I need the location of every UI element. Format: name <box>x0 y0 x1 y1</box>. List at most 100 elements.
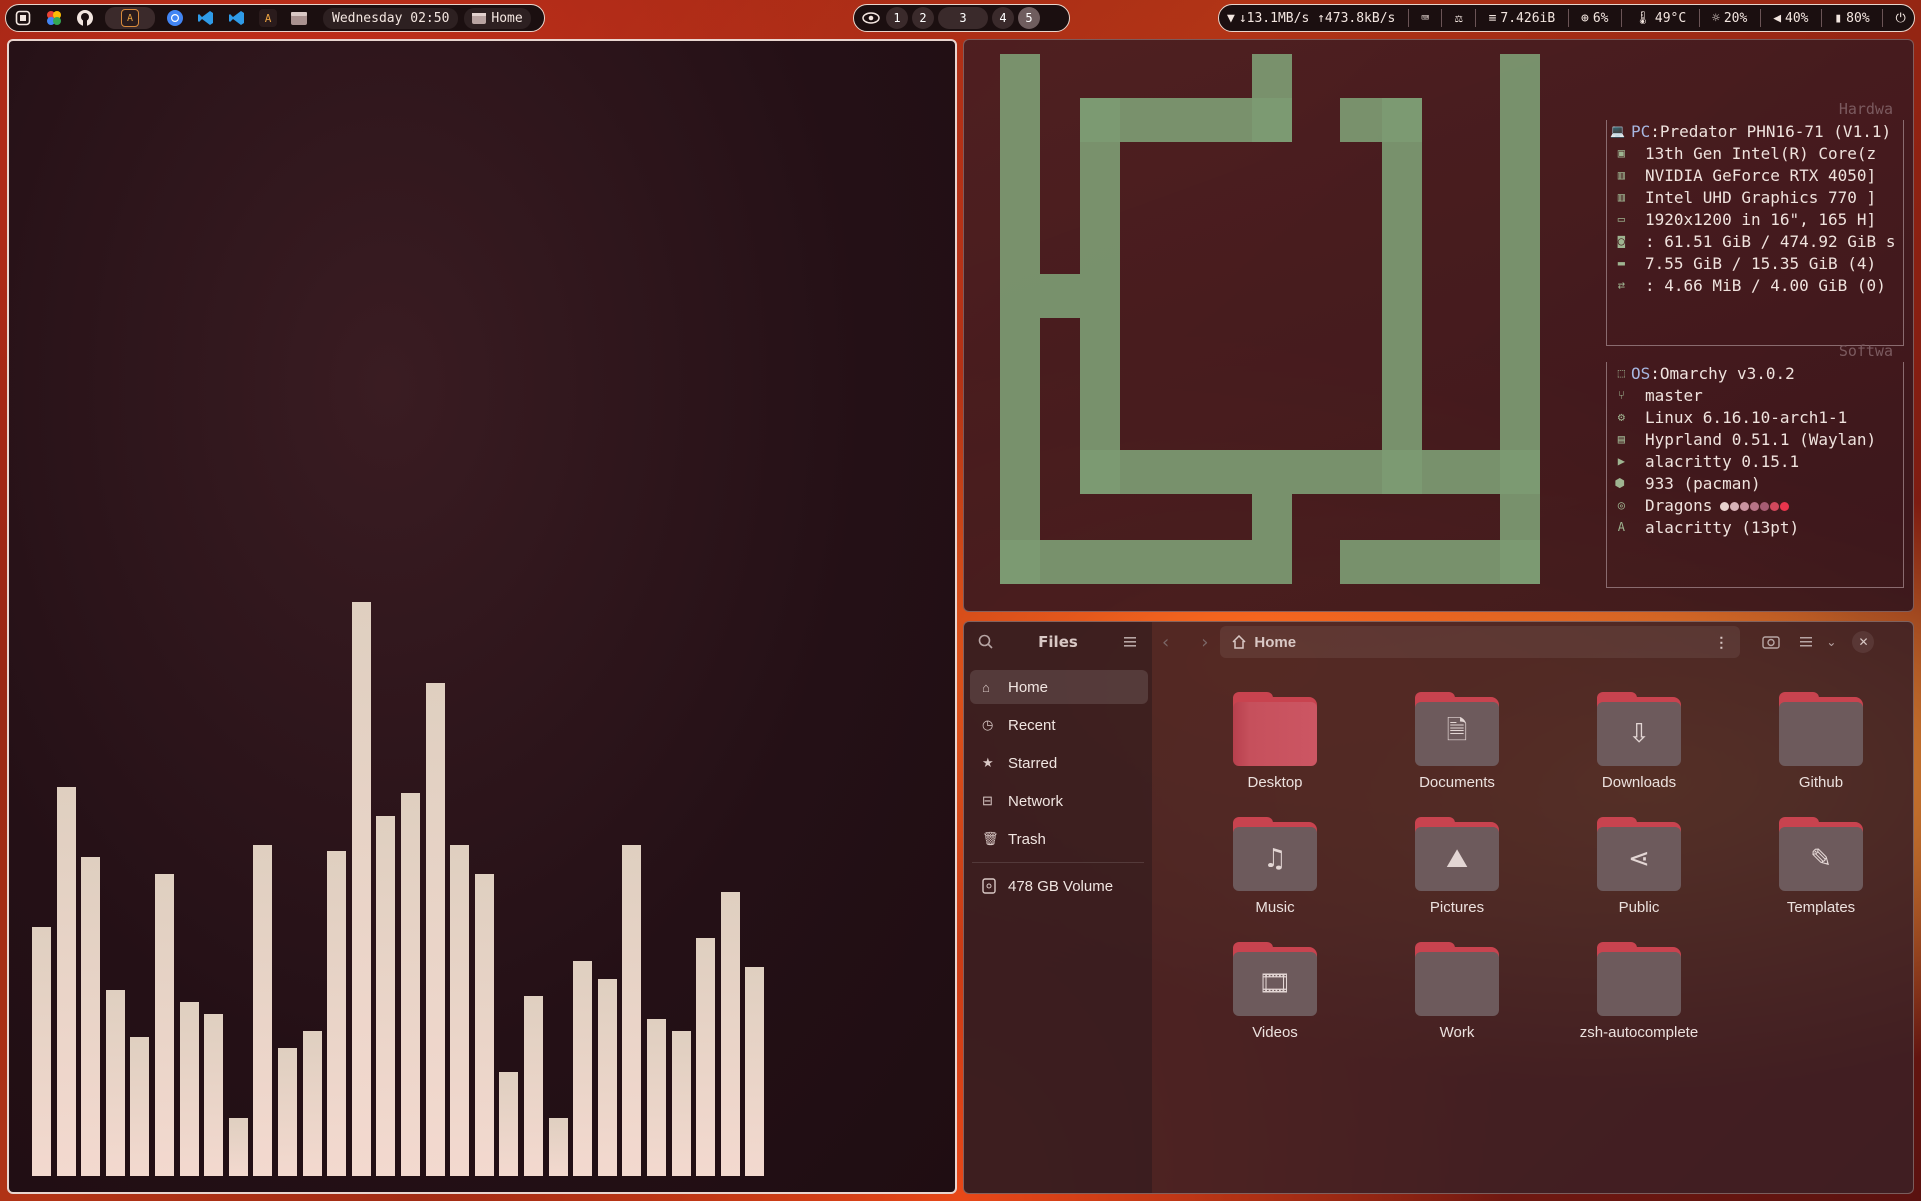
github-app-icon[interactable] <box>74 7 96 29</box>
brightness-status[interactable]: ☼ 20% <box>1712 11 1747 26</box>
taskbar-left: A A Wednesday 02:50 Home <box>5 4 545 32</box>
omarchy-logo <box>1000 54 1540 584</box>
search-icon[interactable] <box>978 634 994 650</box>
folder-name: Templates <box>1786 899 1856 916</box>
clock[interactable]: Wednesday 02:50 <box>323 7 459 29</box>
download-icon: ⇩ <box>1597 692 1681 766</box>
hardware-section-label: Hardwa <box>1838 100 1893 118</box>
gpu-icon: ▥ <box>1617 168 1625 182</box>
list-view-icon[interactable] <box>1798 634 1814 650</box>
sidebar-item-volume[interactable]: 478 GB Volume <box>970 869 1148 903</box>
folder-front: ♫ <box>1233 827 1317 891</box>
folder-item[interactable]: ✎ Templates <box>1730 817 1912 916</box>
home-icon <box>1232 635 1246 649</box>
launcher-icon[interactable] <box>12 7 34 29</box>
info-value: Intel UHD Graphics 770 ] <box>1645 187 1877 207</box>
menu-icon[interactable] <box>1122 634 1138 650</box>
folder-name: Videos <box>1252 1024 1298 1041</box>
info-row: Aalacritty (13pt) <box>1597 516 1876 538</box>
folder-item[interactable]: ♫ Music <box>1184 817 1366 916</box>
eye-icon[interactable] <box>860 7 882 29</box>
camera-icon[interactable] <box>1762 634 1781 650</box>
folder-item[interactable]: zsh-autocomplete <box>1548 942 1730 1041</box>
divider <box>1759 9 1761 27</box>
photos-app-icon[interactable] <box>43 7 65 29</box>
info-value: NVIDIA GeForce RTX 4050] <box>1645 165 1877 185</box>
forward-icon[interactable]: › <box>1201 632 1208 653</box>
volume-label: 478 GB Volume <box>1008 877 1114 895</box>
files-window[interactable]: Files ⌂ Home ◷ Recent ★ Starred ⊟ Network 🗑 Trash… <box>963 621 1914 1194</box>
chevron-down-icon[interactable]: ⌄ <box>1826 635 1836 649</box>
info-value: alacritty (13pt) <box>1645 517 1800 537</box>
battery-value: 80% <box>1846 10 1870 26</box>
folder-name: Work <box>1439 1024 1475 1041</box>
cpu-status[interactable]: ⊕ 6% <box>1581 11 1608 26</box>
sidebar-item-recent[interactable]: ◷ Recent <box>970 708 1148 742</box>
folder-item[interactable]: ⛰ Pictures <box>1366 817 1548 916</box>
visualizer-bar <box>524 996 543 1176</box>
star-icon: ★ <box>982 755 994 770</box>
fastfetch-window[interactable]: Hardwa 💻 PC: Predator PHN16-71 (V1.1) ▣ 13t… <box>963 39 1914 612</box>
info-row: ▭ 1920x1200 in 16", 165 H] <box>1597 208 1895 230</box>
chrome-app-icon[interactable] <box>164 7 186 29</box>
brightness-icon: ☼ <box>1712 10 1720 26</box>
memory-status[interactable]: ≡ 7.426iB <box>1489 11 1556 26</box>
alacritty-app-icon[interactable]: A <box>257 7 279 29</box>
vscode-app-icon[interactable] <box>195 7 217 29</box>
vscode-app-icon-2[interactable] <box>226 7 248 29</box>
folder-item[interactable]: ⋖ Public <box>1548 817 1730 916</box>
path-bar[interactable]: Home ⋮ <box>1220 626 1741 658</box>
sidebar-places: ⌂ Home ◷ Recent ★ Starred ⊟ Network 🗑 Trash <box>964 670 1152 856</box>
active-window-label: Home <box>491 10 523 26</box>
color-dot <box>1720 501 1730 511</box>
folder-item[interactable]: 🎞 Videos <box>1184 942 1366 1041</box>
scale-icon[interactable]: ⚖ <box>1455 11 1463 26</box>
workspace-1[interactable]: 1 <box>886 7 908 29</box>
visualizer-bar <box>548 1118 568 1176</box>
folder-front <box>1597 952 1681 1016</box>
folder-item[interactable]: Work <box>1366 942 1548 1041</box>
folder-front: ✎ <box>1779 827 1863 891</box>
folder-item[interactable]: Github <box>1730 692 1912 791</box>
sidebar-item-trash[interactable]: 🗑 Trash <box>970 822 1148 856</box>
sidebar-item-starred[interactable]: ★ Starred <box>970 746 1148 780</box>
hardware-list: 💻 PC: Predator PHN16-71 (V1.1) ▣ 13th Gen I… <box>1597 120 1895 296</box>
visualizer-bar <box>302 1031 322 1176</box>
folder-item[interactable]: Desktop <box>1184 692 1366 791</box>
volume-status[interactable]: ◀ 40% <box>1773 11 1808 26</box>
workspace-5[interactable]: 5 <box>1018 7 1040 29</box>
share-icon: ⋖ <box>1597 817 1681 891</box>
temperature-status[interactable]: 🌡 49°C <box>1634 11 1686 26</box>
display-icon: ▭ <box>1617 212 1625 226</box>
back-icon[interactable]: ‹ <box>1162 632 1169 653</box>
info-value: Dragons <box>1645 495 1713 515</box>
battery-status[interactable]: ▮ 80% <box>1834 11 1869 26</box>
workspace-2[interactable]: 2 <box>912 7 934 29</box>
folder-icon <box>1415 942 1499 1016</box>
workspace-4[interactable]: 4 <box>992 7 1014 29</box>
desktop-icon <box>1233 692 1317 766</box>
files-app-icon[interactable] <box>288 7 310 29</box>
terminal-app-icon[interactable]: A <box>105 7 155 29</box>
more-options-icon[interactable]: ⋮ <box>1714 634 1728 651</box>
color-dot <box>1770 501 1780 511</box>
close-icon[interactable]: ✕ <box>1852 631 1875 653</box>
visualizer-bar <box>105 990 125 1176</box>
sidebar-item-home[interactable]: ⌂ Home <box>970 670 1148 704</box>
network-status[interactable]: ▼ ↓13.1MB/s ↑473.8kB/s <box>1227 11 1395 26</box>
terminal-icon: ▶ <box>1617 454 1625 468</box>
power-icon[interactable]: ⏻ <box>1896 11 1906 26</box>
color-dot <box>1760 501 1770 511</box>
workspace-3[interactable]: 3 <box>938 7 988 29</box>
folder-item[interactable]: ⇩ Downloads <box>1548 692 1730 791</box>
folder-name: Public <box>1618 899 1660 916</box>
folder-item[interactable]: 🗎 Documents <box>1366 692 1548 791</box>
info-row: ⚙ Linux 6.16.10-arch1-1 <box>1597 406 1876 428</box>
document-icon: 🗎 <box>1415 692 1499 766</box>
keyboard-icon[interactable]: ⌨ <box>1421 11 1429 26</box>
visualizer-bar <box>671 1031 691 1176</box>
divider <box>1441 9 1443 27</box>
sidebar-item-network[interactable]: ⊟ Network <box>970 784 1148 818</box>
visualizer-bar <box>56 787 76 1176</box>
audio-visualizer-window[interactable] <box>7 39 957 1194</box>
